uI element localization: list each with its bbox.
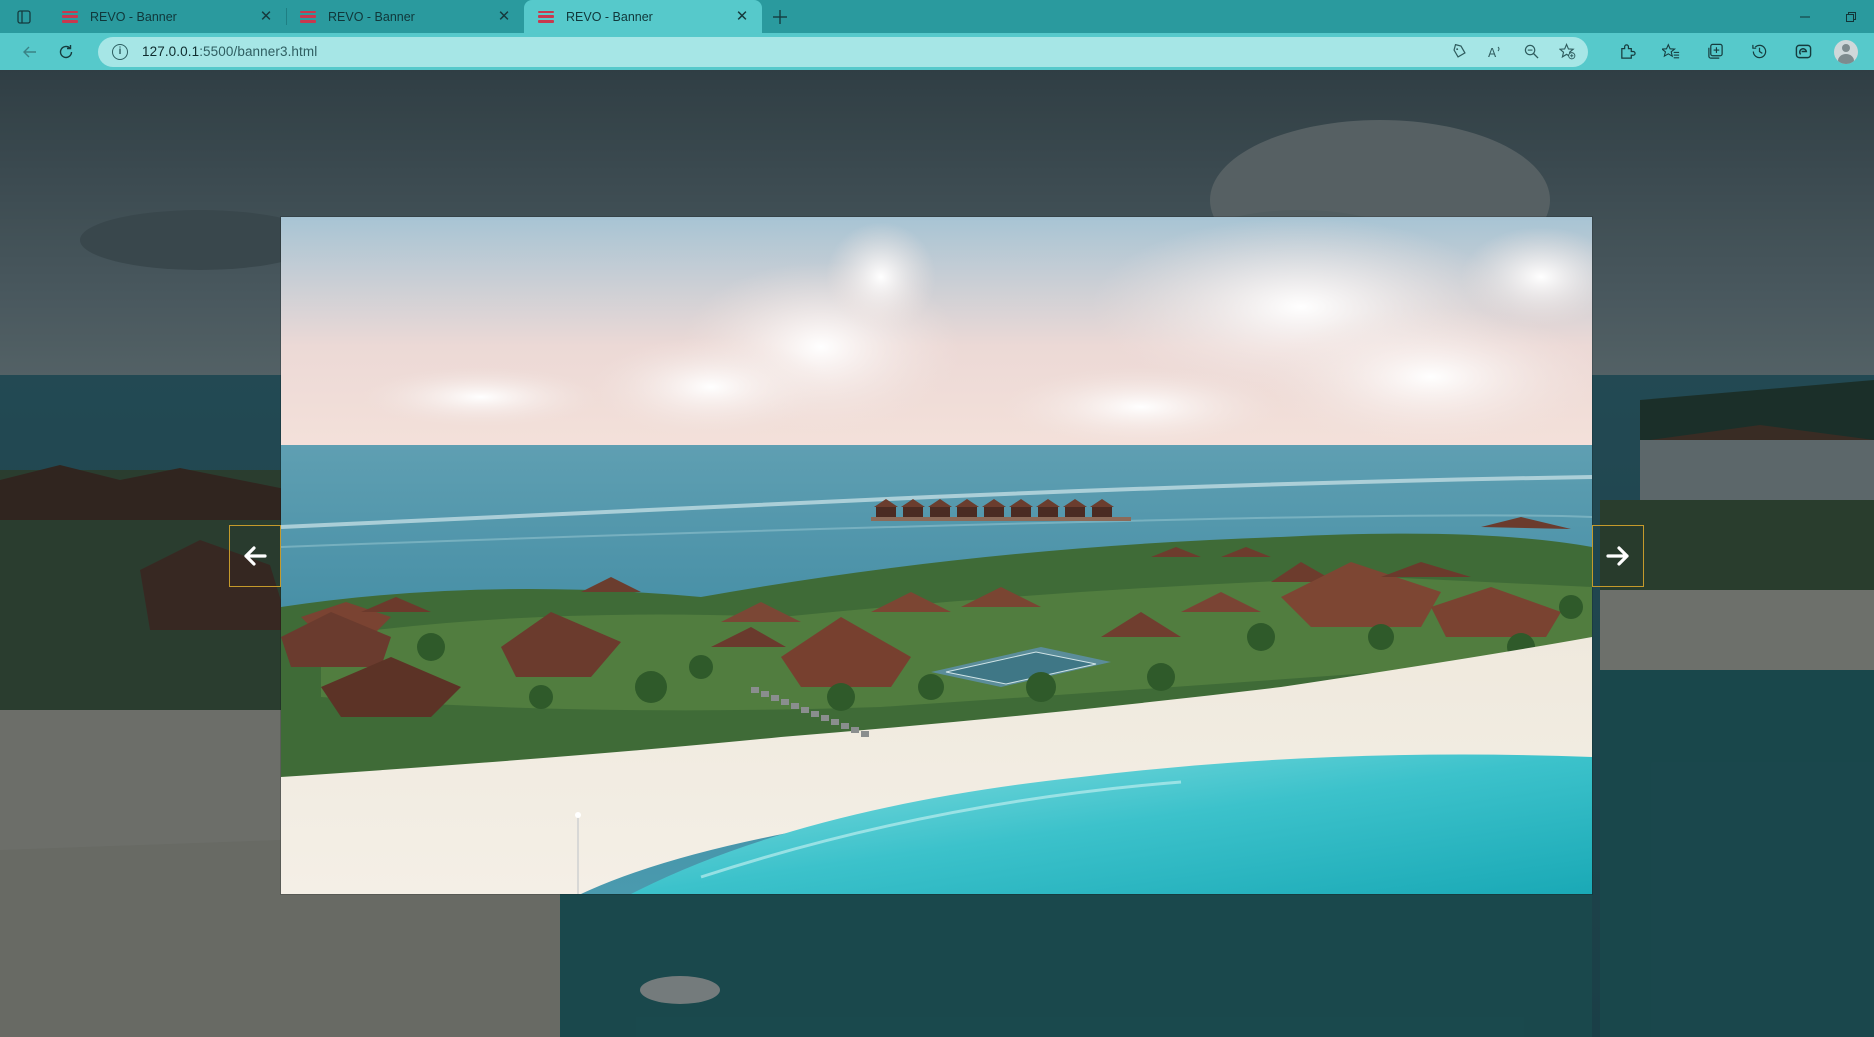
url-text[interactable]: 127.0.0.1:5500/banner3.html xyxy=(142,44,1448,59)
reload-icon xyxy=(59,44,73,58)
new-tab-button[interactable] xyxy=(762,0,798,33)
favorites-icon xyxy=(1662,43,1680,59)
revo-hamburger-icon xyxy=(62,9,78,25)
collections-icon xyxy=(1707,43,1723,59)
close-icon[interactable]: ✕ xyxy=(258,8,274,25)
tag-icon[interactable] xyxy=(1448,41,1470,63)
zoom-out-icon[interactable] xyxy=(1520,41,1542,63)
close-icon[interactable]: ✕ xyxy=(496,8,512,25)
browser-tab-3-active[interactable]: REVO - Banner ✕ xyxy=(524,0,762,33)
address-bar[interactable]: i 127.0.0.1:5500/banner3.html A xyxy=(98,36,1588,67)
info-icon[interactable]: i xyxy=(112,43,128,60)
extensions-icon xyxy=(1620,44,1636,59)
minimize-button[interactable] xyxy=(1782,0,1828,33)
revo-hamburger-icon xyxy=(300,9,316,25)
reload-button[interactable] xyxy=(48,37,84,67)
browser-tab-2[interactable]: REVO - Banner ✕ xyxy=(286,0,524,33)
close-icon[interactable]: ✕ xyxy=(734,8,750,25)
plus-icon xyxy=(773,9,787,24)
page-viewport xyxy=(0,70,1874,1037)
slider-next-button[interactable] xyxy=(1592,525,1644,587)
url-host: 127.0.0.1 xyxy=(142,44,200,59)
extensions-button[interactable] xyxy=(1610,37,1644,67)
history-icon xyxy=(1751,44,1766,59)
minimize-icon xyxy=(1800,16,1810,17)
tab-strip: REVO - Banner ✕ REVO - Banner ✕ REVO - B… xyxy=(0,0,1874,33)
collections-button[interactable] xyxy=(1698,37,1732,67)
favorite-add-icon[interactable] xyxy=(1556,41,1578,63)
revo-hamburger-icon xyxy=(538,9,554,25)
slider-prev-button[interactable] xyxy=(229,525,281,587)
banner-slide-image xyxy=(281,217,1592,894)
svg-text:A: A xyxy=(1488,46,1497,60)
address-bar-actions: A xyxy=(1448,41,1578,63)
tab-actions-icon xyxy=(17,9,31,24)
tab-actions-button[interactable] xyxy=(0,0,48,33)
browser-tab-1[interactable]: REVO - Banner ✕ xyxy=(48,0,286,33)
tropical-resort-aerial-image xyxy=(281,217,1592,894)
back-arrow-icon xyxy=(23,46,36,57)
history-button[interactable] xyxy=(1742,37,1776,67)
restore-button[interactable] xyxy=(1828,0,1874,33)
restore-icon xyxy=(1846,11,1856,22)
profile-avatar-icon[interactable] xyxy=(1834,39,1858,64)
favorites-button[interactable] xyxy=(1654,37,1688,67)
window-controls xyxy=(1782,0,1874,33)
arrow-left-icon xyxy=(244,546,267,566)
copilot-button[interactable] xyxy=(1786,37,1820,67)
edge-copilot-icon xyxy=(1795,44,1811,59)
browser-toolbar: i 127.0.0.1:5500/banner3.html A xyxy=(0,33,1874,70)
read-aloud-icon[interactable]: A xyxy=(1484,41,1506,63)
url-path: :5500/banner3.html xyxy=(199,44,318,59)
arrow-right-icon xyxy=(1606,546,1629,566)
toolbar-actions xyxy=(1610,37,1858,67)
back-button[interactable] xyxy=(12,37,48,67)
tab-title: REVO - Banner xyxy=(566,9,653,24)
tab-title: REVO - Banner xyxy=(328,9,415,24)
tab-title: REVO - Banner xyxy=(90,9,177,24)
